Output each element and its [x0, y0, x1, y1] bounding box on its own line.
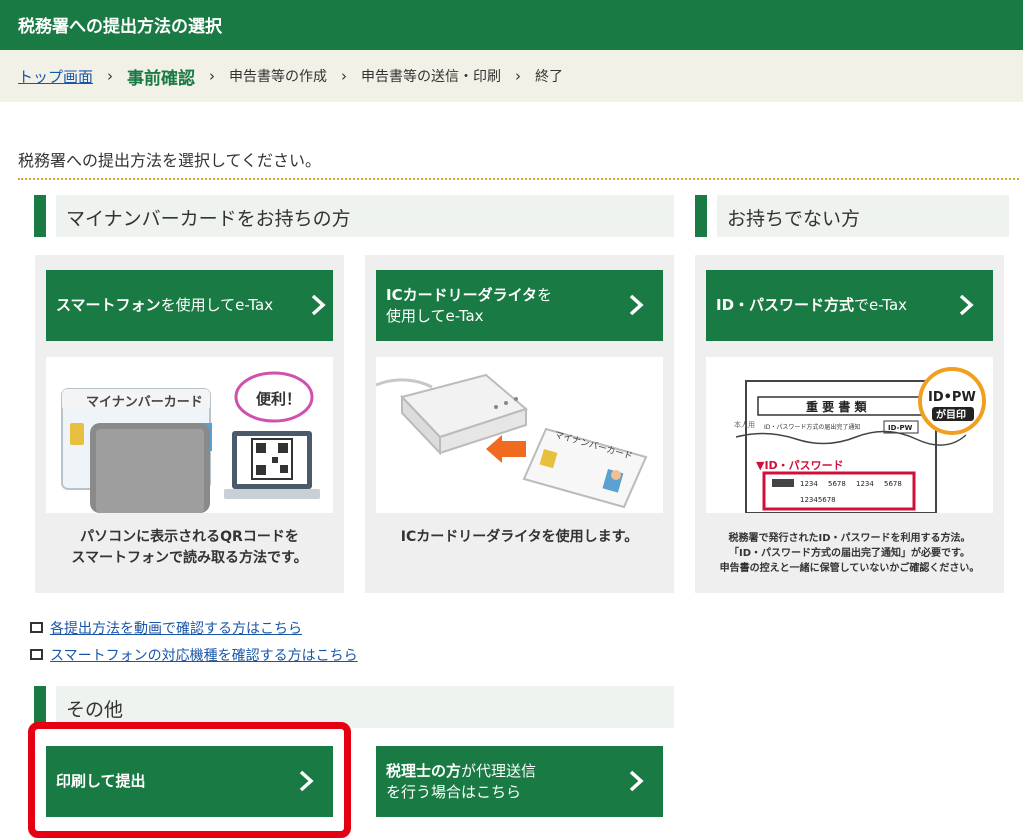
title-bar: 税務署への提出方法の選択	[0, 0, 1023, 50]
section-header-mynumber: マイナンバーカードをお持ちの方	[34, 195, 674, 237]
id-password-etax-button[interactable]: ID・パスワード方式でe-Tax	[706, 270, 993, 341]
svg-text:マイナンバーカード: マイナンバーカード	[86, 395, 203, 410]
breadcrumb-separator: ›	[341, 67, 348, 85]
svg-text:ID•PW: ID•PW	[928, 390, 976, 405]
smartphone-etax-button[interactable]: スマートフォンを使用してe-Tax	[46, 270, 333, 341]
ic-reader-etax-button[interactable]: ICカードリーダライタを 使用してe-Tax	[376, 270, 663, 341]
svg-text:5678: 5678	[884, 480, 902, 488]
svg-text:1234: 1234	[856, 480, 874, 488]
svg-text:ID・パスワード方式の届出完了通知: ID・パスワード方式の届出完了通知	[764, 423, 860, 431]
card-smartphone: スマートフォンを使用してe-Tax マイナンバーカード 便利！ パソコンに表示さ…	[35, 255, 344, 593]
breadcrumb-separator: ›	[107, 67, 114, 85]
breadcrumb-separator: ›	[515, 67, 522, 85]
supported-devices-link[interactable]: スマートフォンの対応機種を確認する方はこちら	[50, 645, 358, 665]
svg-text:重 要 書 類: 重 要 書 類	[806, 399, 868, 414]
card-id-password: ID・パスワード方式でe-Tax 重 要 書 類 ID・パスワード方式の届出完了…	[695, 255, 1004, 593]
chevron-right-icon	[959, 294, 974, 316]
breadcrumb-step-send: 申告書等の送信・印刷	[361, 69, 502, 85]
chevron-right-icon	[629, 294, 644, 316]
external-window-icon	[30, 622, 43, 633]
video-link-row: 各提出方法を動画で確認する方はこちら	[30, 614, 358, 641]
chevron-right-icon	[629, 770, 644, 792]
ic-reader-illustration: マイナンバーカード	[376, 357, 663, 513]
svg-text:5678: 5678	[828, 480, 846, 488]
breadcrumb-home-link[interactable]: トップ画面	[18, 66, 93, 87]
external-window-icon	[30, 649, 43, 660]
tax-accountant-proxy-button[interactable]: 税理士の方が代理送信 を行う場合はこちら	[376, 746, 663, 817]
svg-text:▼ID・パスワード: ▼ID・パスワード	[756, 459, 844, 472]
help-links: 各提出方法を動画で確認する方はこちら スマートフォンの対応機種を確認する方はこち…	[30, 614, 358, 668]
smartphone-illustration: マイナンバーカード 便利！	[46, 357, 333, 513]
breadcrumb-step-end: 終了	[535, 69, 564, 85]
svg-text:1234: 1234	[800, 480, 818, 488]
svg-text:が目印: が目印	[936, 408, 966, 421]
id-password-description: 税務署で発行されたID・パスワードを利用する方法。 「ID・パスワード方式の届出…	[719, 533, 980, 574]
svg-text:12345678: 12345678	[800, 496, 836, 504]
card-ic-reader: ICカードリーダライタを 使用してe-Tax マイナンバーカード ICカードリーダ…	[365, 255, 674, 593]
breadcrumb-step-create: 申告書等の作成	[229, 69, 328, 85]
page-title: 税務署への提出方法の選択	[18, 17, 222, 37]
breadcrumb-current: 事前確認	[127, 68, 196, 89]
svg-text:本人用: 本人用	[734, 420, 755, 429]
dotted-divider	[18, 178, 1019, 180]
ic-reader-description: ICカードリーダライタを使用します。	[400, 529, 639, 545]
intro-text: 税務署への提出方法を選択してください。	[18, 151, 322, 170]
highlight-frame	[28, 722, 351, 838]
supported-devices-link-row: スマートフォンの対応機種を確認する方はこちら	[30, 641, 358, 668]
video-guide-link[interactable]: 各提出方法を動画で確認する方はこちら	[50, 618, 302, 638]
svg-text:ID-PW: ID-PW	[888, 424, 913, 432]
breadcrumb-separator: ›	[209, 67, 216, 85]
svg-text:便利！: 便利！	[256, 390, 301, 408]
smartphone-description: パソコンに表示されるQRコードを スマートフォンで読み取る方法です。	[71, 529, 308, 566]
section-header-nocard: お持ちでない方	[695, 195, 1009, 237]
id-password-illustration: 重 要 書 類 ID・パスワード方式の届出完了通知 ID-PW 本人用 ▼ID・…	[706, 357, 993, 513]
breadcrumb: トップ画面 › 事前確認 › 申告書等の作成 › 申告書等の送信・印刷 › 終了	[0, 50, 1023, 102]
chevron-right-icon	[311, 294, 326, 316]
